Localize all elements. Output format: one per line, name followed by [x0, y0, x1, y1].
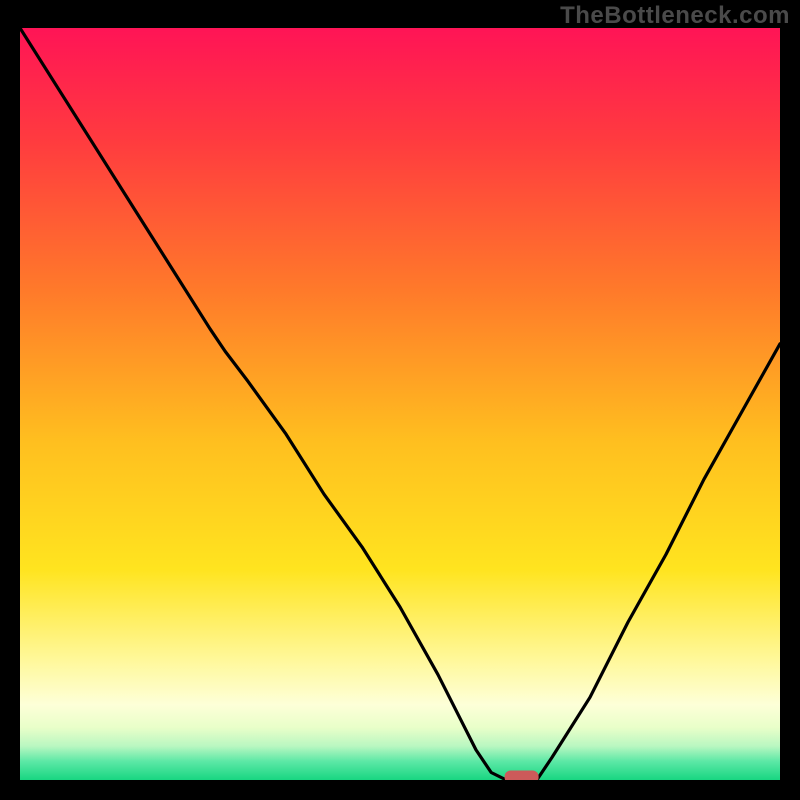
chart-svg [20, 28, 780, 780]
chart-frame: TheBottleneck.com [0, 0, 800, 800]
watermark-text: TheBottleneck.com [560, 2, 790, 30]
optimal-marker [505, 771, 539, 781]
plot-area [20, 28, 780, 780]
gradient-background [20, 28, 780, 780]
